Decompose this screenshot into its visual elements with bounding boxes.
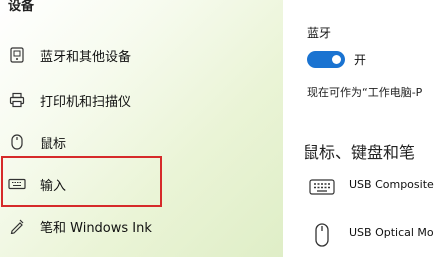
bluetooth-devices-icon xyxy=(8,46,26,64)
printer-icon xyxy=(8,91,26,109)
sidebar-item-label: 蓝牙和其他设备 xyxy=(40,49,132,65)
devices-section-title: 鼠标、键盘和笔 xyxy=(303,143,416,162)
highlight-box xyxy=(1,156,162,207)
sidebar: 设备 蓝牙和其他设备 打印机和扫描仪 鼠标 输入 笔和 Windows Ink xyxy=(0,0,283,257)
sidebar-item-bluetooth[interactable]: 蓝牙和其他设备 xyxy=(0,38,283,72)
device-name: USB Composite xyxy=(349,178,434,191)
device-item-mouse[interactable]: USB Optical Mo xyxy=(307,223,434,247)
sidebar-item-label: 鼠标 xyxy=(40,136,67,152)
pen-icon xyxy=(8,217,26,235)
bluetooth-label: 蓝牙 xyxy=(307,26,332,40)
bluetooth-toggle[interactable] xyxy=(307,51,345,68)
sidebar-item-printers[interactable]: 打印机和扫描仪 xyxy=(0,83,283,117)
bluetooth-toggle-state: 开 xyxy=(354,53,367,67)
sidebar-item-pen[interactable]: 笔和 Windows Ink xyxy=(0,209,283,243)
mouse-icon xyxy=(8,133,26,151)
keyboard-icon xyxy=(307,176,337,198)
mouse-icon xyxy=(307,223,337,247)
toggle-knob xyxy=(332,55,341,64)
device-name: USB Optical Mo xyxy=(349,226,434,239)
sidebar-item-mouse[interactable]: 鼠标 xyxy=(0,125,283,159)
section-title: 设备 xyxy=(8,0,35,14)
discoverable-text: 现在可作为“工作电脑-P xyxy=(307,86,423,99)
sidebar-item-label: 笔和 Windows Ink xyxy=(40,220,152,236)
sidebar-item-label: 打印机和扫描仪 xyxy=(40,94,132,110)
device-item-keyboard[interactable]: USB Composite xyxy=(307,176,434,198)
main-content: 蓝牙 开 现在可作为“工作电脑-P 鼠标、键盘和笔 USB Composite … xyxy=(283,0,434,257)
